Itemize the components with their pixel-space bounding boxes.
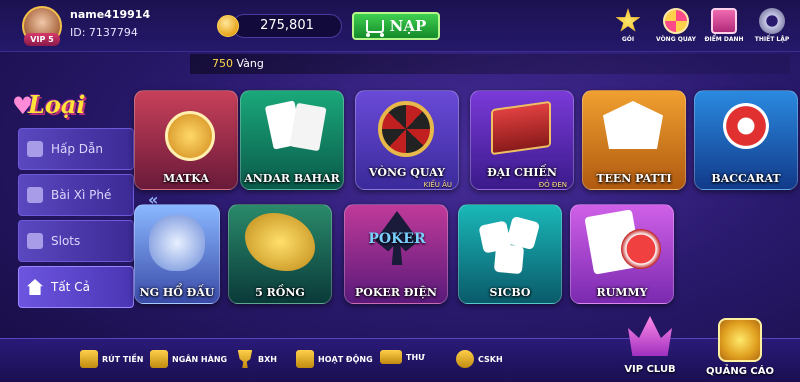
cart-icon — [365, 19, 384, 37]
game-name: 5 RỒNG — [255, 286, 305, 299]
quang-cao-button[interactable]: QUẢNG CÁO — [700, 316, 780, 378]
playing-card-2-icon — [289, 102, 327, 152]
game-tile-dai-chien[interactable]: ĐẠI CHIẾN ĐỎ ĐEN — [470, 90, 574, 190]
tiger-art-icon — [149, 215, 205, 271]
game-name: ĐẠI CHIẾN — [487, 166, 557, 179]
user-id: ID: 7137794 — [70, 26, 138, 39]
marquee-amount: 750 — [212, 57, 233, 70]
nap-button[interactable]: NẠP — [352, 12, 440, 40]
house-icon — [27, 279, 43, 295]
game-subtitle: ĐỎ ĐEN — [538, 181, 567, 189]
rut-tien-button[interactable]: RÚT TIỀN — [80, 350, 144, 368]
category-slots[interactable]: Slots — [18, 220, 134, 262]
cskh-button[interactable]: CSKH — [456, 350, 503, 368]
coin-stack-icon — [718, 318, 762, 362]
game-tile-5-rong[interactable]: 5 RỒNG — [228, 204, 332, 304]
mail-icon — [380, 350, 402, 364]
ngan-hang-button[interactable]: NGÂN HÀNG — [150, 350, 227, 368]
nav-label: NGÂN HÀNG — [172, 354, 228, 364]
crown-icon — [628, 316, 672, 356]
crown-icon — [27, 141, 43, 157]
game-name: RUMMY — [596, 286, 648, 299]
thiet-lap-button[interactable]: THIẾT LẬP — [752, 8, 792, 43]
game-tile-andar-bahar[interactable]: ANDAR BAHAR — [240, 90, 344, 190]
username: name419914 — [70, 8, 151, 21]
game-tile-rummy[interactable]: RUMMY — [570, 204, 674, 304]
gear-icon — [759, 8, 785, 34]
game-tile-baccarat[interactable]: BACCARAT — [694, 90, 798, 190]
diem-danh-label: ĐIỂM DANH — [704, 36, 744, 43]
withdraw-icon — [80, 350, 98, 368]
quang-cao-label: QUẢNG CÁO — [706, 366, 774, 377]
game-name: NG HỔ ĐẤU — [139, 286, 215, 299]
game-name: VÒNG QUAY — [369, 166, 445, 179]
game-name: POKER ĐIỆN — [355, 286, 437, 299]
game-name: TEEN PATTI — [596, 172, 672, 185]
categories-title: Loại — [28, 90, 86, 119]
bxh-button[interactable]: BXH — [236, 350, 277, 368]
game-tile-sicbo[interactable]: SICBO — [458, 204, 562, 304]
dragon-icon — [245, 213, 315, 271]
bank-icon — [150, 350, 168, 368]
gift-box-icon — [296, 350, 314, 368]
game-subtitle: KIỂU ÂU — [423, 181, 452, 189]
announcement-marquee: 750 Vàng — [190, 54, 790, 74]
goi-button[interactable]: GÓI — [608, 8, 648, 43]
game-tile-matka[interactable]: MATKA — [134, 90, 238, 190]
category-label: Hấp Dẫn — [51, 142, 104, 156]
nav-label: THƯ — [406, 352, 425, 362]
category-bai-xi-phe[interactable]: Bài Xì Phé — [18, 174, 134, 216]
hoat-dong-button[interactable]: HOẠT ĐỘNG — [296, 350, 373, 368]
category-label: Tất Cả — [51, 280, 90, 294]
nap-button-label: NẠP — [389, 17, 427, 35]
diem-danh-button[interactable]: ĐIỂM DANH — [704, 8, 744, 43]
phone-24h-icon — [456, 350, 474, 368]
nav-label: CSKH — [478, 354, 503, 364]
nav-label: RÚT TIỀN — [102, 354, 144, 364]
trophy-icon — [237, 350, 253, 368]
poker-logo: POKER — [368, 231, 426, 247]
game-name: ANDAR BAHAR — [244, 172, 340, 185]
category-hap-dan[interactable]: Hấp Dẫn — [18, 128, 134, 170]
thiet-lap-label: THIẾT LẬP — [754, 36, 790, 43]
marquee-unit: Vàng — [236, 57, 264, 70]
cards-icon — [27, 187, 43, 203]
book-icon — [491, 100, 551, 156]
game-name: MATKA — [163, 172, 209, 185]
nav-label: BXH — [258, 354, 277, 364]
game-tile-vong-quay[interactable]: VÒNG QUAY KIỂU ÂU — [355, 90, 459, 190]
nav-label: HOẠT ĐỘNG — [318, 354, 373, 364]
category-tat-ca[interactable]: Tất Cả — [18, 266, 134, 308]
vong-quay-label: VÒNG QUAY — [656, 36, 696, 43]
red-chip-icon — [621, 229, 661, 269]
slot-icon — [27, 233, 43, 249]
vip-badge: VIP 5 — [24, 33, 60, 46]
game-tile-long-ho-dau[interactable]: NG HỔ ĐẤU — [134, 204, 220, 304]
game-name: SICBO — [489, 286, 531, 299]
fan-cards-icon — [603, 101, 663, 149]
dice-3-icon — [493, 243, 525, 275]
balance-display: 275,801 — [232, 14, 342, 38]
gift-icon — [711, 8, 737, 34]
thu-button[interactable]: THƯ — [380, 350, 425, 364]
star-icon — [615, 8, 641, 32]
chip-icon — [723, 103, 769, 149]
coin-icon — [217, 15, 239, 37]
game-tile-poker-dien[interactable]: POKER POKER ĐIỆN — [344, 204, 448, 304]
game-name: BACCARAT — [711, 172, 781, 185]
category-label: Bài Xì Phé — [51, 188, 112, 202]
goi-label: GÓI — [621, 36, 635, 43]
category-label: Slots — [51, 234, 81, 248]
vip-club-button[interactable]: VIP CLUB — [610, 312, 690, 378]
vong-quay-button[interactable]: VÒNG QUAY — [656, 8, 696, 43]
game-tile-teen-patti[interactable]: TEEN PATTI — [582, 90, 686, 190]
roulette-icon — [378, 101, 434, 157]
matka-art-icon — [165, 111, 215, 161]
vip-club-label: VIP CLUB — [624, 364, 676, 375]
wheel-icon — [663, 8, 689, 34]
